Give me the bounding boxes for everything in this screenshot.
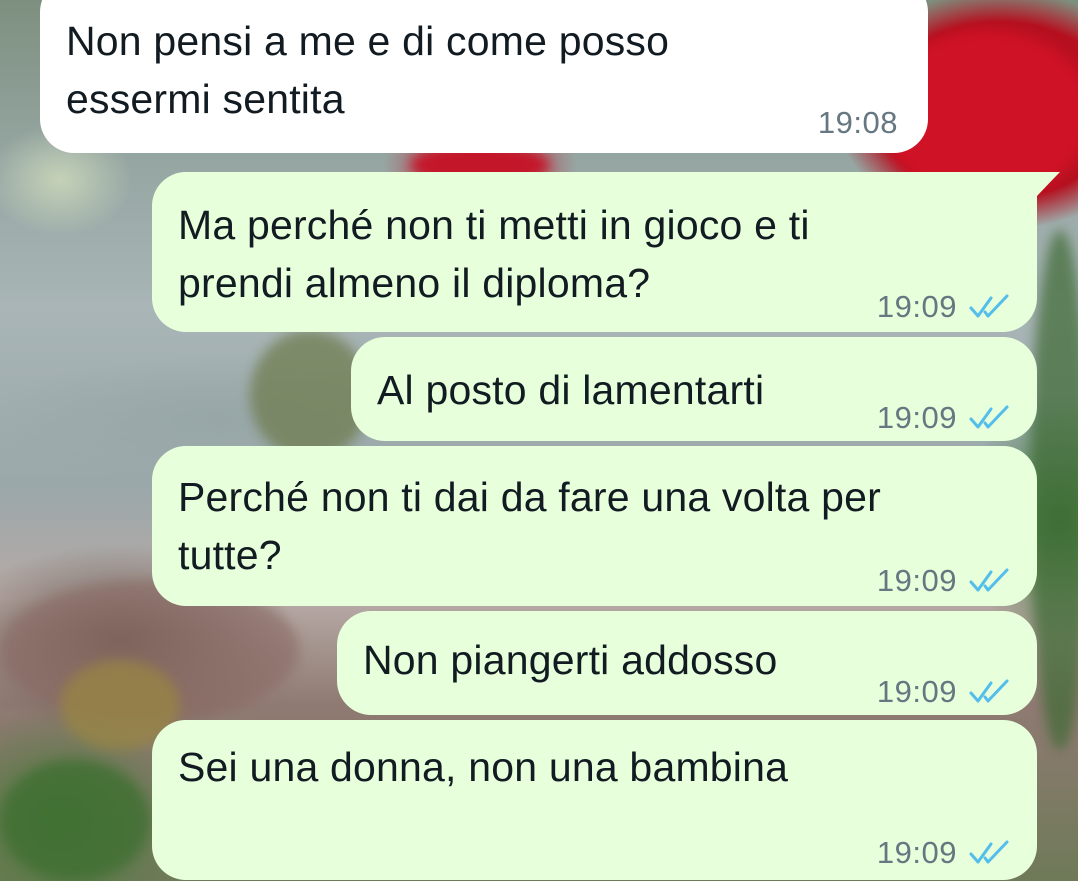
message-meta: 19:09 xyxy=(877,824,1011,882)
message-meta: 19:09 xyxy=(877,552,1011,610)
message-text: Sei una donna, non una bambina xyxy=(178,744,789,790)
message-time: 19:09 xyxy=(876,835,957,870)
message-meta: 19:09 xyxy=(877,389,1011,447)
bubble-tail xyxy=(1030,172,1060,196)
message-meta: 19:08 xyxy=(818,94,898,152)
message-meta: 19:09 xyxy=(877,663,1011,721)
message-bubble-incoming[interactable]: Non pensi a me e di come posso essermi s… xyxy=(40,0,928,153)
message-text: Non pensi a me e di come posso essermi s… xyxy=(66,18,670,122)
message-bubble-outgoing[interactable]: Sei una donna, non una bambina 19:09 xyxy=(152,720,1037,880)
message-time: 19:09 xyxy=(876,563,957,598)
message-bubble-outgoing[interactable]: Non piangerti addosso 19:09 xyxy=(337,611,1037,715)
conversation-thread[interactable]: Non pensi a me e di come posso essermi s… xyxy=(0,0,1078,881)
double-check-read-icon xyxy=(969,568,1009,592)
message-bubble-outgoing[interactable]: Perché non ti dai da fare una volta per … xyxy=(152,446,1037,606)
double-check-read-icon xyxy=(969,679,1009,703)
message-text: Al posto di lamentarti xyxy=(377,367,765,413)
message-text: Ma perché non ti metti in gioco e ti pre… xyxy=(178,202,810,306)
message-bubble-outgoing[interactable]: Al posto di lamentarti 19:09 xyxy=(351,337,1037,441)
message-time: 19:09 xyxy=(876,289,957,324)
message-time: 19:08 xyxy=(817,105,898,140)
message-meta: 19:09 xyxy=(877,278,1011,336)
double-check-read-icon xyxy=(969,405,1009,429)
message-time: 19:09 xyxy=(876,674,957,709)
message-time: 19:09 xyxy=(876,400,957,435)
double-check-read-icon xyxy=(969,840,1009,864)
double-check-read-icon xyxy=(969,294,1009,318)
message-text: Non piangerti addosso xyxy=(363,637,778,683)
message-bubble-outgoing[interactable]: Ma perché non ti metti in gioco e ti pre… xyxy=(152,172,1037,332)
